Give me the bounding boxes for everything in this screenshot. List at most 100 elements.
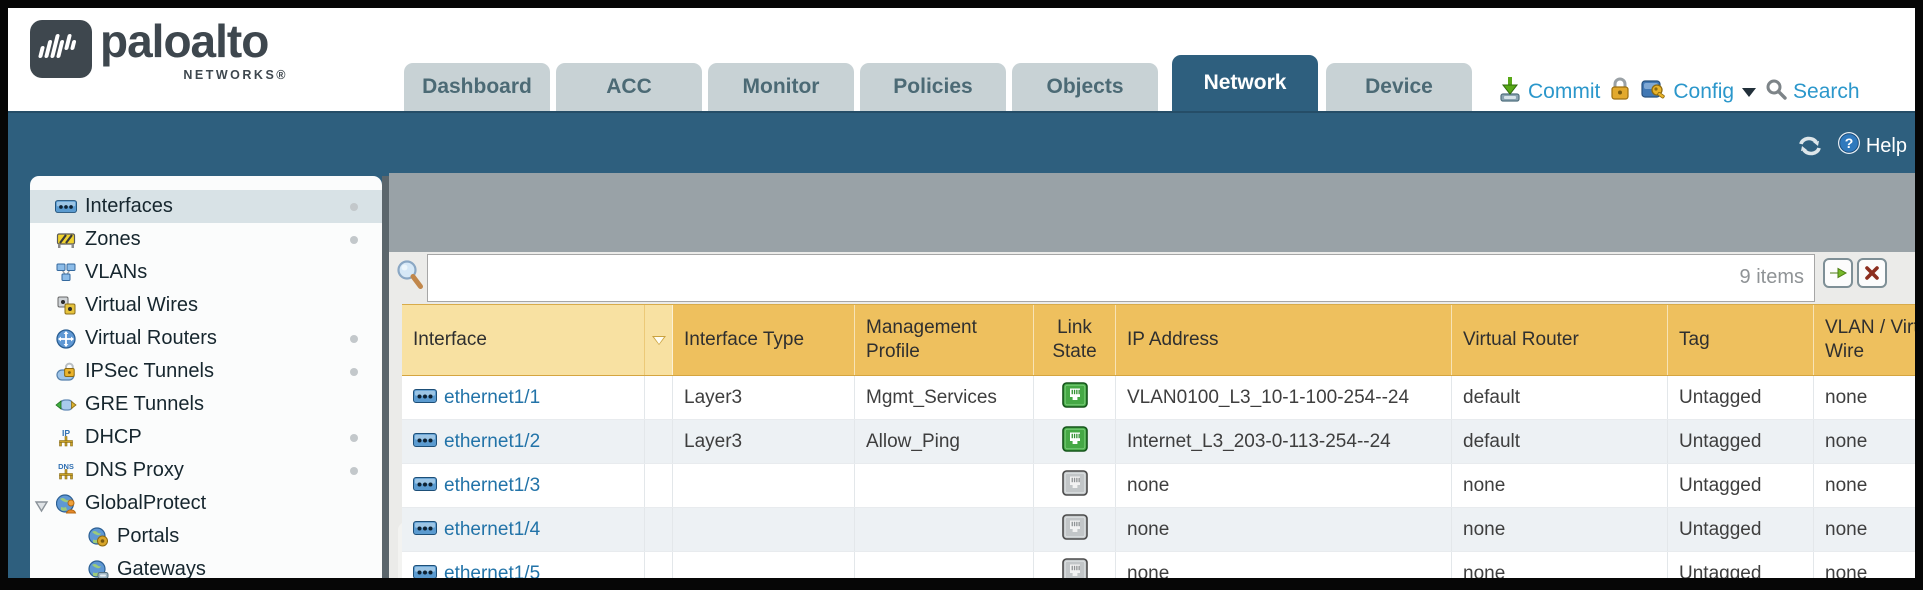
- filter-input[interactable]: [427, 254, 1815, 302]
- sidebar-item-zones[interactable]: Zones: [30, 223, 382, 256]
- sidebar-item-dhcp[interactable]: IP DHCP: [30, 421, 382, 454]
- sidebar-item-dns-proxy[interactable]: DNS DNS Proxy: [30, 454, 382, 487]
- link-state-up-icon: [1062, 382, 1088, 414]
- filter-search-icon: [396, 259, 424, 296]
- sidebar-item-interfaces[interactable]: Interfaces: [30, 190, 382, 223]
- dns-proxy-icon: DNS: [55, 461, 77, 481]
- table-row[interactable]: ethernet1/4 none none Untagged none: [402, 508, 1915, 552]
- svg-text:?: ?: [1845, 135, 1854, 151]
- gre-tunnels-icon: [55, 395, 77, 415]
- status-dot: [350, 236, 358, 244]
- interface-link[interactable]: ethernet1/1: [444, 387, 540, 409]
- virtual-routers-icon: [55, 329, 77, 349]
- globalprotect-icon: [55, 494, 77, 514]
- table-header-row: Interface Interface Type Management Prof…: [402, 304, 1915, 376]
- refresh-button[interactable]: [1797, 135, 1823, 157]
- search-icon: [1765, 78, 1787, 106]
- commit-icon: [1498, 76, 1522, 108]
- interface-link[interactable]: ethernet1/4: [444, 519, 540, 541]
- vlans-icon: [55, 263, 77, 283]
- tab-acc[interactable]: ACC: [556, 63, 702, 111]
- tab-policies[interactable]: Policies: [860, 63, 1006, 111]
- table-row[interactable]: ethernet1/5 none none Untagged none: [402, 552, 1915, 578]
- ethernet-interface-icon: [413, 519, 437, 541]
- config-keys-icon: [1640, 77, 1667, 107]
- app-window: paloalto NETWORKS® Dashboard ACC Monitor…: [0, 0, 1923, 590]
- refresh-icon: [1797, 135, 1823, 157]
- gateways-icon: [87, 560, 109, 579]
- column-ip-address[interactable]: IP Address: [1116, 305, 1452, 375]
- sidebar-item-gateways[interactable]: Gateways: [30, 553, 382, 578]
- help-icon: ?: [1837, 131, 1861, 161]
- ethernet-interface-icon: [413, 475, 437, 497]
- search-button[interactable]: Search: [1765, 78, 1860, 106]
- sidebar-item-globalprotect[interactable]: GlobalProtect: [30, 487, 382, 520]
- sidebar-item-ipsec-tunnels[interactable]: IPSec Tunnels: [30, 355, 382, 388]
- ethernet-interface-icon: [413, 563, 437, 579]
- brand-sub-wordmark: NETWORKS®: [128, 68, 288, 82]
- interface-link[interactable]: ethernet1/5: [444, 563, 540, 579]
- clear-x-icon: [1864, 265, 1880, 281]
- teal-toolbar: ? Help: [8, 111, 1915, 173]
- column-management-profile[interactable]: Management Profile: [855, 305, 1034, 375]
- interfaces-table: Interface Interface Type Management Prof…: [402, 304, 1915, 578]
- zones-icon: [55, 230, 77, 250]
- sidebar-item-virtual-routers[interactable]: Virtual Routers: [30, 322, 382, 355]
- status-dot: [350, 434, 358, 442]
- virtual-wires-icon: [55, 296, 77, 316]
- brand-wordmark: paloalto: [100, 14, 268, 68]
- link-state-down-icon: [1062, 470, 1088, 502]
- apply-filter-button[interactable]: [1823, 258, 1853, 288]
- link-state-down-icon: [1062, 558, 1088, 579]
- column-tag[interactable]: Tag: [1668, 305, 1814, 375]
- portals-icon: [87, 527, 109, 547]
- sidebar-item-gre-tunnels[interactable]: GRE Tunnels: [30, 388, 382, 421]
- column-vlan-virtual-wire[interactable]: VLAN / Virtual Wire: [1814, 305, 1915, 375]
- column-interface[interactable]: Interface: [402, 305, 645, 375]
- network-sidebar: Interfaces Zones VLANs Virtual Wires: [30, 176, 382, 578]
- column-virtual-router[interactable]: Virtual Router: [1452, 305, 1668, 375]
- status-dot: [350, 335, 358, 343]
- status-dot: [350, 203, 358, 211]
- sidebar-item-vlans[interactable]: VLANs: [30, 256, 382, 289]
- interface-link[interactable]: ethernet1/2: [444, 431, 540, 453]
- status-dot: [350, 467, 358, 475]
- sidebar-scrollbar[interactable]: [382, 176, 389, 578]
- ipsec-tunnels-icon: [55, 362, 77, 382]
- sidebar-item-virtual-wires[interactable]: Virtual Wires: [30, 289, 382, 322]
- ethernet-interface-icon: [413, 431, 437, 453]
- link-state-up-icon: [1062, 426, 1088, 458]
- interfaces-icon: [55, 197, 77, 217]
- top-header: paloalto NETWORKS® Dashboard ACC Monitor…: [8, 8, 1915, 111]
- table-row[interactable]: ethernet1/1 Layer3 Mgmt_Services VLAN010…: [402, 376, 1915, 420]
- dhcp-icon: IP: [55, 428, 77, 448]
- column-interface-type[interactable]: Interface Type: [673, 305, 855, 375]
- app-stage: paloalto NETWORKS® Dashboard ACC Monitor…: [8, 8, 1915, 578]
- paloalto-logo-icon: [30, 20, 92, 78]
- config-menu-button[interactable]: Config: [1640, 77, 1756, 107]
- header-utilities: Commit C: [1498, 76, 1860, 108]
- tab-monitor[interactable]: Monitor: [708, 63, 854, 111]
- link-state-down-icon: [1062, 514, 1088, 546]
- green-arrow-icon: [1828, 265, 1848, 281]
- tab-objects[interactable]: Objects: [1012, 63, 1158, 111]
- tab-device[interactable]: Device: [1326, 63, 1472, 111]
- table-row[interactable]: ethernet1/3 none none Untagged none: [402, 464, 1915, 508]
- chevron-down-icon: [1742, 88, 1756, 97]
- column-link-state[interactable]: Link State: [1034, 305, 1116, 375]
- filter-bar: 9 items: [427, 254, 1815, 302]
- sidebar-item-portals[interactable]: Portals: [30, 520, 382, 553]
- interface-link[interactable]: ethernet1/3: [444, 475, 540, 497]
- tab-network[interactable]: Network: [1172, 55, 1318, 111]
- table-row[interactable]: ethernet1/2 Layer3 Allow_Ping Internet_L…: [402, 420, 1915, 464]
- sort-dropdown-icon[interactable]: [652, 336, 666, 345]
- lock-icon[interactable]: [1609, 76, 1631, 108]
- status-dot: [350, 368, 358, 376]
- help-button[interactable]: ? Help: [1837, 131, 1907, 161]
- tab-dashboard[interactable]: Dashboard: [404, 63, 550, 111]
- ethernet-interface-icon: [413, 387, 437, 409]
- clear-filter-button[interactable]: [1857, 258, 1887, 288]
- expander-icon[interactable]: [34, 496, 49, 519]
- column-sort-menu[interactable]: [645, 305, 673, 375]
- commit-button[interactable]: Commit: [1498, 76, 1600, 108]
